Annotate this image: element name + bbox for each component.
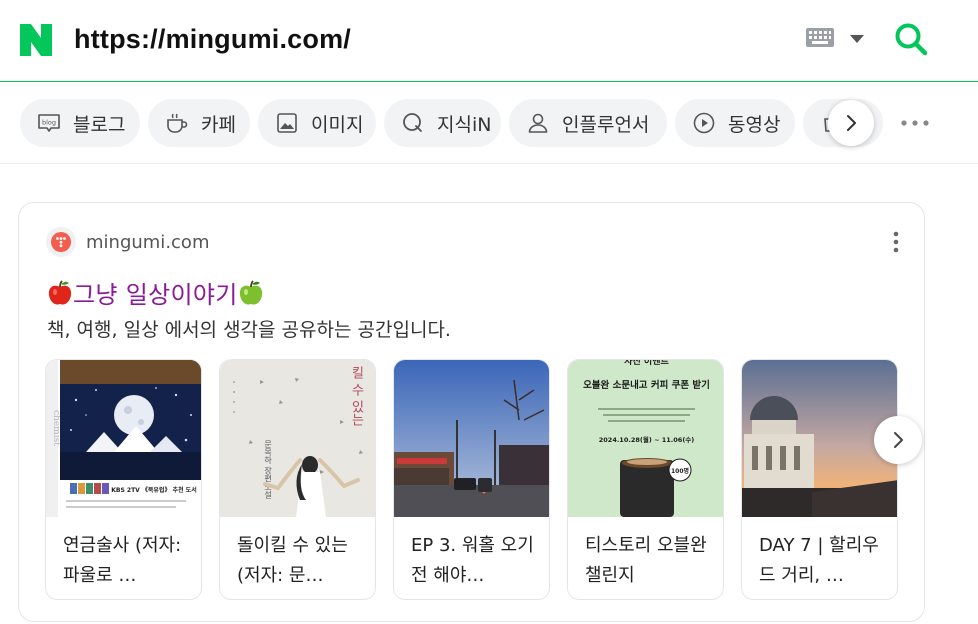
site-title: 그냥 일상이야기 (73, 281, 238, 309)
post-thumbnail-novel-cover: 킬 수 있는 문목하 장편소설 (220, 360, 375, 517)
green-apple-icon (239, 279, 262, 305)
chevron-right-icon (847, 115, 856, 131)
site-url[interactable]: mingumi.com (86, 232, 209, 253)
tab-label: 카페 (201, 113, 236, 136)
search-header: https://mingumi.com/ (0, 0, 978, 82)
play-circle-icon (693, 112, 715, 134)
carousel-next-button[interactable] (874, 416, 922, 464)
keyboard-icon[interactable] (806, 28, 834, 47)
naver-logo[interactable] (20, 24, 52, 56)
post-title: 연금술사 (저자: 파울로 … (63, 535, 182, 586)
post-thumbnail-carousel: chemist KBS 2TV 《북유럽》 추천 도서 연금술사 (저자: 파울… (45, 359, 905, 601)
chevron-right-icon (894, 432, 903, 448)
post-card[interactable]: DAY 7 | 할리우드 거리, … (741, 359, 898, 600)
svg-text:blog: blog (42, 119, 56, 127)
tab-influencer[interactable]: 인플루언서 (509, 99, 667, 147)
site-description: 책, 여행, 일상 에서의 생각을 공유하는 공간입니다. (47, 319, 451, 341)
post-thumbnail-event-poster: 사진 이벤트 오블완 소문내고 커피 쿠폰 받기 2024.10.28(월) ~… (568, 360, 723, 517)
post-card[interactable]: chemist KBS 2TV 《북유럽》 추천 도서 연금술사 (저자: 파울… (45, 359, 202, 600)
post-title: 돌이킬 수 있는 (저자: 문… (237, 535, 348, 586)
post-title: EP 3. 워홀 오기 전 해야… (411, 535, 534, 586)
red-apple-icon (48, 279, 72, 305)
tab-image[interactable]: 이미지 (258, 99, 376, 147)
search-icon[interactable] (894, 22, 928, 56)
post-title: 티스토리 오블완 챌린지 (585, 535, 707, 586)
svg-text:2024.10.28(월) ~ 11.06(수): 2024.10.28(월) ~ 11.06(수) (599, 435, 695, 444)
tab-label: 블로그 (73, 113, 126, 136)
person-icon (528, 113, 548, 133)
blog-icon: blog (38, 114, 60, 132)
site-result-card: mingumi.com 그냥 일상이야기 책, 여행, 일상 에서의 생각을 공… (18, 202, 925, 622)
image-icon (277, 113, 297, 133)
svg-text:KBS 2TV 《북유럽》 추천 도서: KBS 2TV 《북유럽》 추천 도서 (111, 486, 196, 494)
chips-next-button[interactable] (828, 100, 874, 146)
post-card[interactable]: EP 3. 워홀 오기 전 해야… (393, 359, 550, 600)
search-input[interactable]: https://mingumi.com/ (74, 24, 351, 55)
more-options-icon[interactable] (900, 119, 930, 127)
site-favicon[interactable] (46, 227, 76, 257)
post-card[interactable]: 사진 이벤트 오블완 소문내고 커피 쿠폰 받기 2024.10.28(월) ~… (567, 359, 724, 600)
site-title-link[interactable]: 그냥 일상이야기 (47, 275, 264, 310)
tistory-icon (56, 237, 66, 248)
post-thumbnail-street-photo (394, 360, 549, 517)
tab-label: 이미지 (311, 113, 364, 136)
post-title: DAY 7 | 할리우드 거리, … (759, 535, 879, 586)
svg-text:문목하 장편소설: 문목하 장편소설 (263, 440, 272, 499)
caret-down-icon[interactable] (850, 35, 864, 43)
tab-label: 지식iN (437, 113, 492, 136)
post-thumbnail-book-cover: chemist KBS 2TV 《북유럽》 추천 도서 (46, 360, 201, 517)
knowledge-q-icon (403, 113, 422, 132)
kebab-menu-icon[interactable] (893, 231, 899, 253)
tab-cafe[interactable]: 카페 (148, 99, 250, 147)
svg-text:오블완 소문내고 커피 쿠폰 받기: 오블완 소문내고 커피 쿠폰 받기 (583, 379, 710, 391)
tab-label: 인플루언서 (562, 113, 650, 136)
svg-text:킬 수 있는: 킬 수 있는 (349, 366, 364, 427)
tab-blog[interactable]: blog 블로그 (20, 99, 140, 147)
category-tabs: blog 블로그 카페 이미지 지식iN 인플루언서 동영상 (0, 82, 978, 164)
svg-text:100명: 100명 (671, 467, 689, 475)
post-card[interactable]: 킬 수 있는 문목하 장편소설 돌이킬 수 있는 (저자: 문… (219, 359, 376, 600)
svg-text:chemist: chemist (51, 410, 61, 446)
tab-video[interactable]: 동영상 (675, 99, 795, 147)
cafe-cup-icon (167, 113, 188, 133)
svg-text:사진 이벤트: 사진 이벤트 (624, 360, 669, 367)
tab-knowledge-in[interactable]: 지식iN (384, 99, 501, 147)
tab-label: 동영상 (728, 113, 781, 136)
